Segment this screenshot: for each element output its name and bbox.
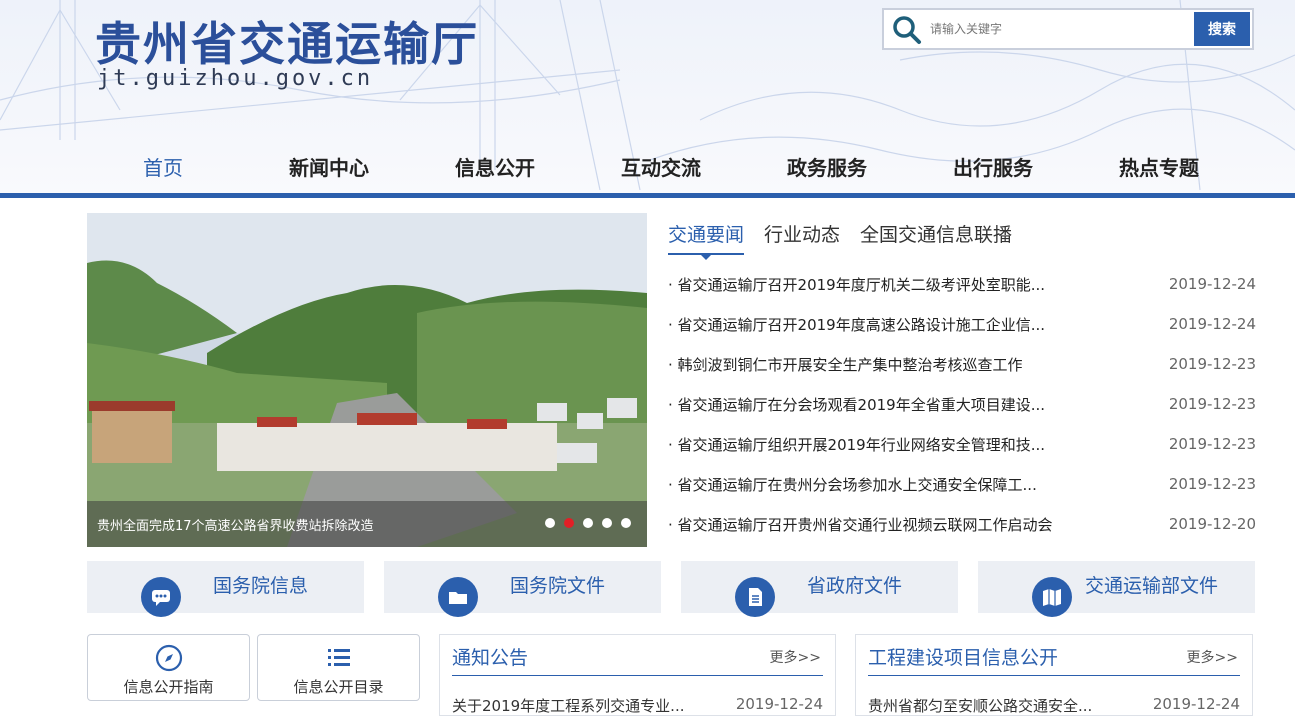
list-icon xyxy=(328,649,350,666)
search-button[interactable]: 搜索 xyxy=(1194,12,1250,46)
list-item[interactable]: · 韩剑波到铜仁市开展安全生产集中整治考核巡查工作 2019-12-23 xyxy=(668,344,1256,384)
list-item[interactable]: · 省交通运输厅在贵州分会场参加水上交通安全保障工... 2019-12-23 xyxy=(668,464,1256,504)
carousel-caption-bar: 贵州全面完成17个高速公路省界收费站拆除改造 xyxy=(87,501,647,547)
search-box: 搜索 xyxy=(882,8,1254,50)
quick-link-state-council-info[interactable]: 国务院信息 xyxy=(87,561,364,617)
carousel-caption[interactable]: 贵州全面完成17个高速公路省界收费站拆除改造 xyxy=(97,515,374,534)
news-tabs: 交通要闻 行业动态 全国交通信息联播 xyxy=(668,220,1032,260)
nav-item-news-center[interactable]: 新闻中心 xyxy=(246,150,412,190)
quick-link-label: 省政府文件 xyxy=(806,575,902,597)
news-title[interactable]: · 省交通运输厅召开贵州省交通行业视频云联网工作启动会 xyxy=(668,514,1053,535)
news-date: 2019-12-20 xyxy=(1168,515,1256,533)
carousel-dot[interactable] xyxy=(621,518,631,528)
news-title[interactable]: · 省交通运输厅组织开展2019年行业网络安全管理和技... xyxy=(668,434,1045,455)
list-item[interactable]: · 省交通运输厅召开2019年度高速公路设计施工企业信... 2019-12-24 xyxy=(668,304,1256,344)
quick-link-state-council-docs[interactable]: 国务院文件 xyxy=(384,561,661,617)
notice-date: 2019-12-24 xyxy=(735,695,823,713)
search-icon xyxy=(893,16,921,44)
nav-item-info-disclosure[interactable]: 信息公开 xyxy=(412,150,578,190)
quick-link-label: 国务院文件 xyxy=(509,575,605,597)
nav-item-home[interactable]: 首页 xyxy=(80,150,246,190)
more-link[interactable]: 更多>> xyxy=(1187,647,1238,667)
quick-links: 国务院信息 国务院文件 省政府文件 交通运输部文件 xyxy=(87,561,1255,617)
nav-item-hot-topics[interactable]: 热点专题 xyxy=(1076,150,1242,190)
news-date: 2019-12-24 xyxy=(1168,275,1256,293)
project-info-panel: 工程建设项目信息公开 更多>> 贵州省都匀至安顺公路交通安全... 2019-1… xyxy=(855,634,1253,716)
news-title[interactable]: · 省交通运输厅召开2019年度厅机关二级考评处室职能... xyxy=(668,274,1045,295)
panel-divider xyxy=(452,675,823,676)
news-date: 2019-12-23 xyxy=(1168,355,1256,373)
news-date: 2019-12-23 xyxy=(1168,475,1256,493)
news-list: · 省交通运输厅召开2019年度厅机关二级考评处室职能... 2019-12-24… xyxy=(668,264,1256,544)
news-title[interactable]: · 省交通运输厅召开2019年度高速公路设计施工企业信... xyxy=(668,314,1045,335)
site-title[interactable]: 贵州省交通运输厅 xyxy=(95,8,479,74)
panel-title[interactable]: 通知公告 xyxy=(452,643,528,670)
info-guide-button[interactable]: 信息公开指南 xyxy=(87,634,250,701)
list-item[interactable]: · 省交通运输厅召开2019年度厅机关二级考评处室职能... 2019-12-24 xyxy=(668,264,1256,304)
carousel-dot-active[interactable] xyxy=(564,518,574,528)
news-title[interactable]: · 省交通运输厅在分会场观看2019年全省重大项目建设... xyxy=(668,394,1045,415)
info-catalog-button[interactable]: 信息公开目录 xyxy=(257,634,420,701)
info-catalog-label: 信息公开目录 xyxy=(293,678,384,696)
notice-title[interactable]: 关于2019年度工程系列交通专业... xyxy=(452,695,684,716)
carousel-dot[interactable] xyxy=(583,518,593,528)
search-input[interactable] xyxy=(930,16,1185,42)
carousel-image xyxy=(87,213,647,547)
compass-icon xyxy=(155,644,183,672)
list-item[interactable]: 关于2019年度工程系列交通专业... 2019-12-24 xyxy=(452,695,823,716)
nav-item-interaction[interactable]: 互动交流 xyxy=(578,150,744,190)
list-item[interactable]: · 省交通运输厅在分会场观看2019年全省重大项目建设... 2019-12-23 xyxy=(668,384,1256,424)
tab-transport-news[interactable]: 交通要闻 xyxy=(668,220,745,260)
more-link[interactable]: 更多>> xyxy=(770,647,821,667)
news-title[interactable]: · 省交通运输厅在贵州分会场参加水上交通安全保障工... xyxy=(668,474,1037,495)
panel-title[interactable]: 工程建设项目信息公开 xyxy=(868,643,1058,670)
panel-divider xyxy=(868,675,1240,676)
quick-link-ministry-docs[interactable]: 交通运输部文件 xyxy=(978,561,1255,617)
list-item[interactable]: 贵州省都匀至安顺公路交通安全... 2019-12-24 xyxy=(868,695,1240,716)
project-date: 2019-12-24 xyxy=(1152,695,1240,713)
news-date: 2019-12-23 xyxy=(1168,395,1256,413)
carousel-dot[interactable] xyxy=(545,518,555,528)
main-nav: 首页 新闻中心 信息公开 互动交流 政务服务 出行服务 热点专题 xyxy=(80,150,1260,190)
quick-link-label: 交通运输部文件 xyxy=(1084,575,1218,597)
nav-underline-bar xyxy=(0,193,1295,198)
quick-link-label: 国务院信息 xyxy=(212,575,308,597)
news-title[interactable]: · 韩剑波到铜仁市开展安全生产集中整治考核巡查工作 xyxy=(668,354,1023,375)
project-title[interactable]: 贵州省都匀至安顺公路交通安全... xyxy=(868,695,1092,716)
carousel-dot[interactable] xyxy=(602,518,612,528)
news-date: 2019-12-23 xyxy=(1168,435,1256,453)
news-carousel[interactable]: 贵州全面完成17个高速公路省界收费站拆除改造 xyxy=(87,213,647,547)
tab-industry-updates[interactable]: 行业动态 xyxy=(764,220,840,255)
nav-item-gov-services[interactable]: 政务服务 xyxy=(744,150,910,190)
list-item[interactable]: · 省交通运输厅组织开展2019年行业网络安全管理和技... 2019-12-23 xyxy=(668,424,1256,464)
notice-panel: 通知公告 更多>> 关于2019年度工程系列交通专业... 2019-12-24 xyxy=(439,634,836,716)
list-item[interactable]: · 省交通运输厅召开贵州省交通行业视频云联网工作启动会 2019-12-20 xyxy=(668,504,1256,544)
carousel-dots xyxy=(545,518,631,528)
news-date: 2019-12-24 xyxy=(1168,315,1256,333)
nav-item-travel-services[interactable]: 出行服务 xyxy=(910,150,1076,190)
site-domain: jt.guizhou.gov.cn xyxy=(97,66,374,91)
tab-national-broadcast[interactable]: 全国交通信息联播 xyxy=(860,220,1012,255)
info-guide-label: 信息公开指南 xyxy=(123,678,214,696)
quick-link-provincial-docs[interactable]: 省政府文件 xyxy=(681,561,958,617)
